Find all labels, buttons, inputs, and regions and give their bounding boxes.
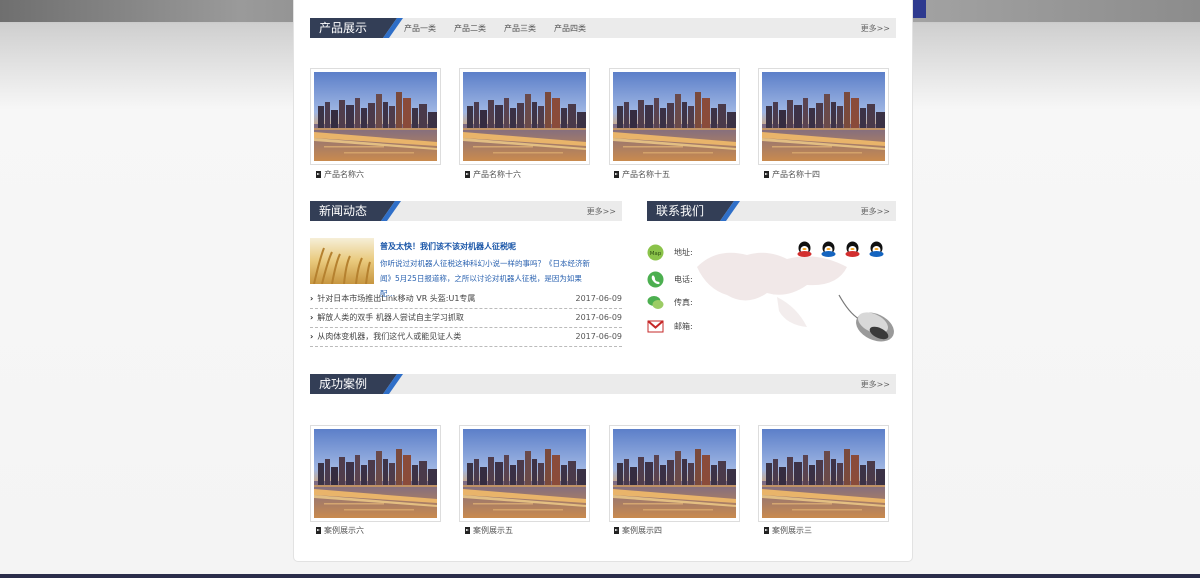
case-image[interactable] xyxy=(609,425,740,522)
arrow-bullet-icon xyxy=(764,171,769,178)
news-item-title[interactable]: 针对日本市场推出Link移动 VR 头盔:U1专属 xyxy=(310,292,475,308)
cases-title: 成功案例 xyxy=(310,374,397,394)
contact-email-label: 邮箱: xyxy=(674,322,693,331)
contact-panel: Map 地址: 电话: 传真: 邮箱: xyxy=(647,225,899,350)
news-title: 新闻动态 xyxy=(310,201,395,221)
contact-phone-row: 电话: xyxy=(647,271,693,288)
tab-product-category-2[interactable]: 产品二类 xyxy=(454,23,486,34)
product-image[interactable] xyxy=(310,68,441,165)
arrow-bullet-icon xyxy=(764,527,769,534)
product-image[interactable] xyxy=(459,68,590,165)
news-featured-image[interactable] xyxy=(310,238,374,284)
news-item-date: 2017-06-09 xyxy=(575,294,623,303)
product-name[interactable]: 产品名称十六 xyxy=(473,169,521,180)
contact-phone-label: 电话: xyxy=(674,275,693,284)
mail-icon xyxy=(647,320,664,333)
case-name[interactable]: 案例展示三 xyxy=(772,525,812,536)
qq-icon[interactable] xyxy=(819,240,838,259)
news-item-date: 2017-06-09 xyxy=(575,332,623,341)
case-image[interactable] xyxy=(310,425,441,522)
tab-product-category-4[interactable]: 产品四类 xyxy=(554,23,586,34)
news-list-item[interactable]: 针对日本市场推出Link移动 VR 头盔:U1专属 2017-06-09 xyxy=(310,290,622,309)
chat-bubble-icon xyxy=(647,296,664,309)
case-name[interactable]: 案例展示四 xyxy=(622,525,662,536)
mouse-image xyxy=(838,294,894,342)
cases-more-link[interactable]: 更多>> xyxy=(861,379,890,390)
contact-fax-row: 传真: xyxy=(647,294,693,311)
products-header: 产品展示 产品一类 产品二类 产品三类 产品四类 更多>> xyxy=(310,18,896,38)
case-name[interactable]: 案例展示五 xyxy=(473,525,513,536)
map-icon: Map xyxy=(647,244,664,261)
qq-icon[interactable] xyxy=(843,240,862,259)
case-image[interactable] xyxy=(758,425,889,522)
case-image[interactable] xyxy=(459,425,590,522)
product-image[interactable] xyxy=(758,68,889,165)
contact-title: 联系我们 xyxy=(647,201,734,221)
news-featured-title[interactable]: 普及太快！我们该不该对机器人征税呢 xyxy=(380,241,516,252)
phone-icon xyxy=(647,271,664,288)
news-header: 新闻动态 更多>> xyxy=(310,201,622,221)
map-icon-label: Map xyxy=(650,251,662,257)
footer-edge xyxy=(0,574,1200,578)
arrow-bullet-icon xyxy=(316,527,321,534)
case-caption[interactable]: 案例展示六 xyxy=(316,525,364,536)
news-list-item[interactable]: 解放人类的双手 机器人尝试自主学习抓取 2017-06-09 xyxy=(310,309,622,328)
arrow-bullet-icon xyxy=(614,527,619,534)
case-caption[interactable]: 案例展示三 xyxy=(764,525,812,536)
case-caption[interactable]: 案例展示四 xyxy=(614,525,662,536)
tab-product-category-1[interactable]: 产品一类 xyxy=(404,23,436,34)
product-name[interactable]: 产品名称十四 xyxy=(772,169,820,180)
news-more-link[interactable]: 更多>> xyxy=(587,206,616,217)
contact-header: 联系我们 更多>> xyxy=(647,201,896,221)
case-caption[interactable]: 案例展示五 xyxy=(465,525,513,536)
cases-header: 成功案例 更多>> xyxy=(310,374,896,394)
contact-fax-label: 传真: xyxy=(674,298,693,307)
product-caption[interactable]: 产品名称十四 xyxy=(764,169,820,180)
qq-icon[interactable] xyxy=(867,240,886,259)
products-more-link[interactable]: 更多>> xyxy=(861,23,890,34)
news-item-title[interactable]: 解放人类的双手 机器人尝试自主学习抓取 xyxy=(310,311,464,327)
product-name[interactable]: 产品名称六 xyxy=(324,169,364,180)
contact-address-label: 地址: xyxy=(674,248,693,257)
arrow-bullet-icon xyxy=(316,171,321,178)
product-caption[interactable]: 产品名称十六 xyxy=(465,169,521,180)
product-image[interactable] xyxy=(609,68,740,165)
contact-email-row: 邮箱: xyxy=(647,318,693,335)
product-caption[interactable]: 产品名称十五 xyxy=(614,169,670,180)
news-list-item[interactable]: 从肉体变机器，我们这代人或能见证人类 2017-06-09 xyxy=(310,328,622,347)
product-name[interactable]: 产品名称十五 xyxy=(622,169,670,180)
news-list: 针对日本市场推出Link移动 VR 头盔:U1专属 2017-06-09 解放人… xyxy=(310,290,622,347)
product-category-tabs: 产品一类 产品二类 产品三类 产品四类 xyxy=(404,23,586,34)
top-banner-accent xyxy=(912,0,926,18)
news-item-title[interactable]: 从肉体变机器，我们这代人或能见证人类 xyxy=(310,330,461,346)
tab-product-category-3[interactable]: 产品三类 xyxy=(504,23,536,34)
products-title: 产品展示 xyxy=(310,18,397,38)
arrow-bullet-icon xyxy=(614,171,619,178)
qq-contact-icons xyxy=(795,240,886,259)
contact-address-row: Map 地址: xyxy=(647,244,693,261)
arrow-bullet-icon xyxy=(465,171,470,178)
arrow-bullet-icon xyxy=(465,527,470,534)
main-content-panel: 产品展示 产品一类 产品二类 产品三类 产品四类 更多>> 产品名称六 产品名称… xyxy=(293,0,913,562)
case-name[interactable]: 案例展示六 xyxy=(324,525,364,536)
news-item-date: 2017-06-09 xyxy=(575,313,623,322)
contact-more-link[interactable]: 更多>> xyxy=(861,206,890,217)
product-caption[interactable]: 产品名称六 xyxy=(316,169,364,180)
qq-icon[interactable] xyxy=(795,240,814,259)
